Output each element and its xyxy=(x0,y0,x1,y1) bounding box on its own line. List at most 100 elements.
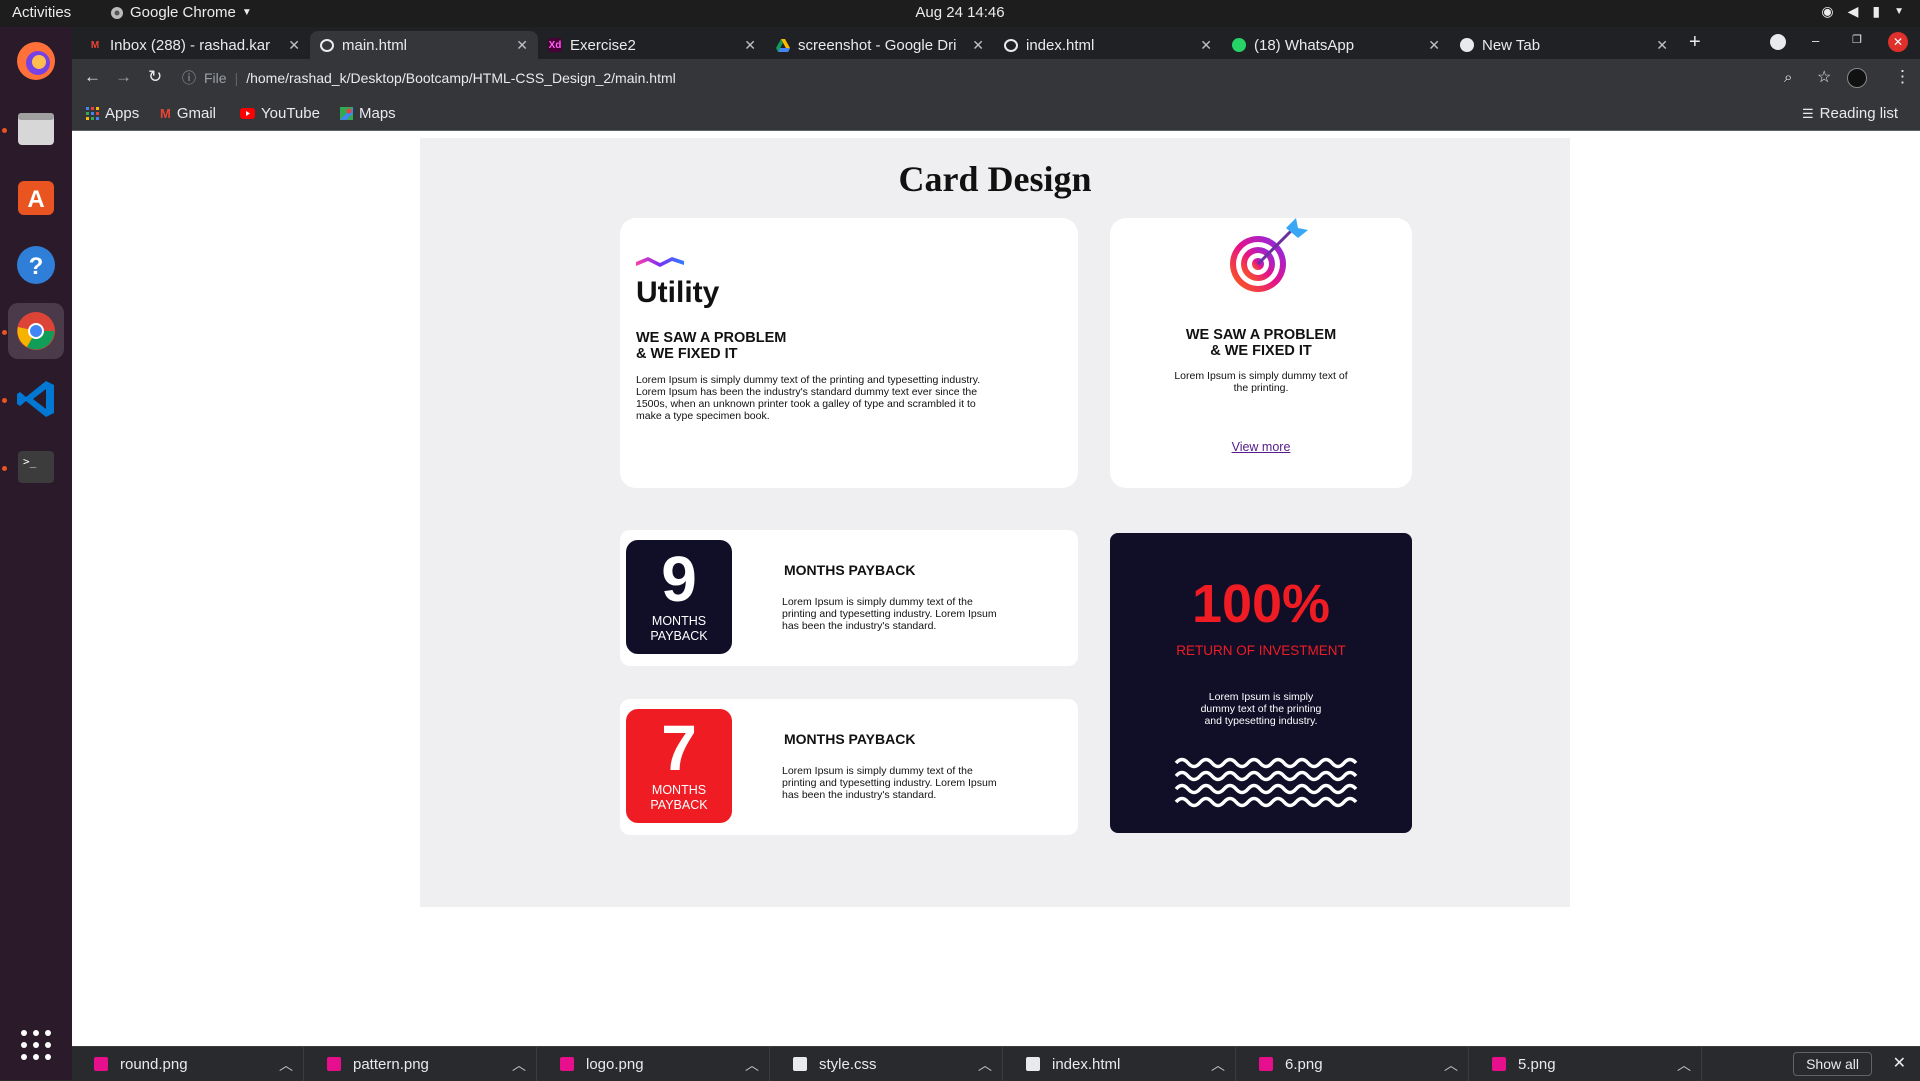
card-heading: MONTHS PAYBACK xyxy=(784,562,916,578)
bookmark-label: YouTube xyxy=(261,105,320,122)
tab-google-drive[interactable]: screenshot - Google Dri ✕ xyxy=(766,31,994,59)
card-body-line: Lorem Ipsum is simply dummy text of the xyxy=(782,765,973,777)
terminal-icon: >_ xyxy=(18,451,54,483)
card-body-line: make a type specimen book. xyxy=(636,410,770,422)
chevron-up-icon[interactable]: ︿ xyxy=(745,1055,759,1075)
card-body-line: 1500s, when an unknown printer took a ga… xyxy=(636,398,976,410)
utility-logo-text: Utility xyxy=(636,276,720,309)
download-item[interactable]: pattern.png ︿ xyxy=(305,1047,537,1081)
card-heading: MONTHS PAYBACK xyxy=(784,731,916,747)
download-item[interactable]: 5.png ︿ xyxy=(1470,1047,1702,1081)
download-item[interactable]: index.html ︿ xyxy=(1004,1047,1236,1081)
tab-exercise2[interactable]: Xd Exercise2 ✕ xyxy=(538,31,766,59)
dock-help[interactable]: ? xyxy=(8,237,64,293)
tab-whatsapp[interactable]: (18) WhatsApp ✕ xyxy=(1222,31,1450,59)
bookmark-maps[interactable]: Maps xyxy=(340,105,396,122)
new-tab-button[interactable]: + xyxy=(1689,31,1701,54)
bookmark-label: Gmail xyxy=(176,105,217,122)
chevron-up-icon[interactable]: ︿ xyxy=(1677,1055,1691,1075)
reading-list-button[interactable]: ☰ Reading list xyxy=(1802,105,1898,122)
tab-new-tab[interactable]: New Tab ✕ xyxy=(1450,31,1678,59)
forward-arrow-icon[interactable]: → xyxy=(115,67,132,87)
image-file-icon xyxy=(1492,1057,1506,1071)
download-item[interactable]: logo.png ︿ xyxy=(538,1047,770,1081)
download-item[interactable]: 6.png ︿ xyxy=(1237,1047,1469,1081)
view-more-link[interactable]: View more xyxy=(1110,440,1412,454)
close-window-button[interactable]: ✕ xyxy=(1888,32,1908,52)
address-bar[interactable]: ⓘ File | /home/rashad_k/Desktop/Bootcamp… xyxy=(182,65,676,91)
close-icon[interactable]: ✕ xyxy=(1893,1053,1906,1073)
card-body: Lorem Ipsum is simply dummy text of the … xyxy=(1110,370,1412,394)
tab-main-html[interactable]: main.html ✕ xyxy=(310,31,538,59)
profile-avatar[interactable] xyxy=(1847,68,1867,88)
chevron-up-icon[interactable]: ︿ xyxy=(512,1055,526,1075)
reading-list-icon: ☰ xyxy=(1802,105,1814,121)
card-body-line: Lorem Ipsum has been the industry's stan… xyxy=(636,386,978,398)
card-body-line: the printing. xyxy=(1233,382,1289,394)
payback-number: 7 xyxy=(661,712,697,784)
badge-label-line: PAYBACK xyxy=(650,629,708,643)
tab-index-html[interactable]: index.html ✕ xyxy=(994,31,1222,59)
bookmark-youtube[interactable]: YouTube xyxy=(240,105,320,122)
svg-text:?: ? xyxy=(29,253,44,280)
tab-search-icon[interactable] xyxy=(1770,34,1786,50)
image-file-icon xyxy=(560,1057,574,1071)
close-icon[interactable]: ✕ xyxy=(1200,37,1212,54)
download-filename: style.css xyxy=(819,1055,877,1073)
restore-icon[interactable]: ❐ xyxy=(1852,33,1862,46)
help-icon: ? xyxy=(17,246,55,284)
close-icon[interactable]: ✕ xyxy=(972,37,984,54)
show-all-button[interactable]: Show all xyxy=(1793,1052,1872,1076)
info-icon[interactable]: ⓘ xyxy=(182,68,196,88)
download-filename: 6.png xyxy=(1285,1055,1323,1073)
chevron-up-icon[interactable]: ︿ xyxy=(1444,1055,1458,1075)
bookmark-apps[interactable]: Apps xyxy=(86,105,139,122)
chevron-up-icon[interactable]: ︿ xyxy=(1211,1055,1225,1075)
dock-vscode[interactable] xyxy=(8,371,64,427)
bookmark-gmail[interactable]: M Gmail xyxy=(160,105,216,122)
dock-terminal[interactable]: >_ xyxy=(8,439,64,495)
close-icon[interactable]: ✕ xyxy=(744,37,756,54)
dock-chrome[interactable] xyxy=(8,303,64,359)
image-file-icon xyxy=(1259,1057,1273,1071)
roi-body-line: dummy text of the printing xyxy=(1200,703,1322,715)
running-indicator xyxy=(2,330,7,335)
roi-label: RETURN OF INVESTMENT xyxy=(1176,643,1346,658)
chevron-up-icon[interactable]: ︿ xyxy=(978,1055,992,1075)
page-container: Card Design Utility WE SAW A PROBLEM & W… xyxy=(420,138,1570,907)
close-icon[interactable]: ✕ xyxy=(1656,37,1668,54)
card-body-line: has been the industry's standard. xyxy=(782,789,937,801)
url-text[interactable]: /home/rashad_k/Desktop/Bootcamp/HTML-CSS… xyxy=(246,70,676,86)
back-arrow-icon[interactable]: ← xyxy=(84,67,101,87)
close-icon[interactable]: ✕ xyxy=(288,37,300,54)
tab-inbox[interactable]: M Inbox (288) - rashad.kar ✕ xyxy=(78,31,310,59)
close-icon[interactable]: ✕ xyxy=(1428,37,1440,54)
number-badge: 9 MONTHS PAYBACK xyxy=(626,540,732,654)
close-icon[interactable]: ✕ xyxy=(516,37,528,54)
chevron-up-icon[interactable]: ︿ xyxy=(279,1055,293,1075)
kebab-menu-icon[interactable]: ⋮ xyxy=(1894,67,1911,87)
target-card: WE SAW A PROBLEM & WE FIXED IT Lorem Ips… xyxy=(1110,218,1412,488)
clock[interactable]: Aug 24 14:46 xyxy=(0,4,1920,21)
badge-label-line: MONTHS xyxy=(651,783,707,797)
zoom-icon[interactable]: ⌕ xyxy=(1784,69,1792,86)
download-item[interactable]: round.png ︿ xyxy=(72,1047,304,1081)
running-indicator xyxy=(2,398,7,403)
download-filename: round.png xyxy=(120,1055,188,1073)
show-applications-button[interactable] xyxy=(8,1017,64,1073)
minimize-icon[interactable]: – xyxy=(1812,33,1819,48)
css-file-icon xyxy=(793,1057,807,1071)
image-file-icon xyxy=(327,1057,341,1071)
wifi-icon: ◉ xyxy=(1821,3,1834,19)
software-center-icon: A xyxy=(18,181,54,215)
bookmark-star-icon[interactable]: ☆ xyxy=(1817,67,1831,87)
download-item[interactable]: style.css ︿ xyxy=(771,1047,1003,1081)
system-tray[interactable]: ◉ ◀ ▮ ▼ xyxy=(1821,3,1904,20)
dock-files[interactable] xyxy=(8,101,64,157)
target-icon xyxy=(1230,218,1308,292)
dock-software[interactable]: A xyxy=(8,169,64,225)
bookmark-label: Apps xyxy=(105,105,140,122)
wave-pattern-icon xyxy=(1174,757,1358,808)
dock-firefox[interactable] xyxy=(8,33,64,89)
reload-icon[interactable]: ↻ xyxy=(148,67,162,87)
